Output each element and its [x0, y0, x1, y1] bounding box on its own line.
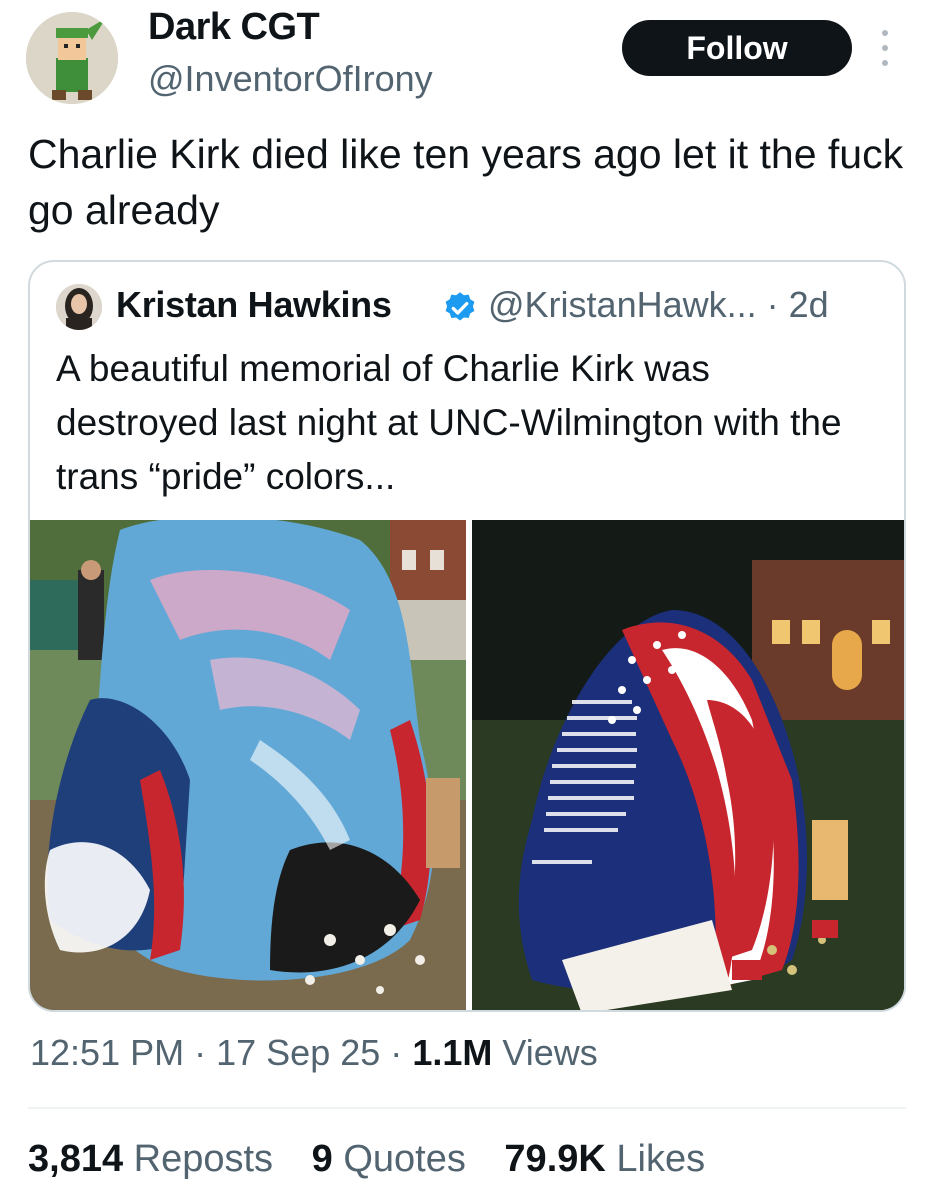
tweet-date[interactable]: 17 Sep 25	[216, 1032, 380, 1073]
author-handle[interactable]: @InventorOfIrony	[148, 58, 433, 100]
quoted-author-avatar[interactable]	[56, 284, 102, 330]
quoted-text: A beautiful memorial of Charlie Kirk was…	[56, 348, 842, 497]
quoted-handle-text: @KristanHawk...	[488, 284, 757, 325]
likes-count: 79.9K	[504, 1138, 606, 1180]
quoted-tweet[interactable]: Kristan Hawkins @KristanHawk... · 2d A b…	[28, 260, 906, 1012]
quoted-author-handle[interactable]: @KristanHawk... · 2d	[488, 284, 829, 326]
engagement-stats: 3,814 Reposts 9 Quotes 79.9K Likes	[28, 1138, 733, 1181]
reposts-label: Reposts	[133, 1138, 274, 1180]
quotes-stat[interactable]: 9 Quotes	[312, 1138, 477, 1180]
meta-separator: ·	[390, 1032, 403, 1073]
reposts-stat[interactable]: 3,814 Reposts	[28, 1138, 284, 1180]
reposts-count: 3,814	[28, 1138, 124, 1180]
follow-button[interactable]: Follow	[622, 20, 852, 76]
photo-painted-rock-day[interactable]	[30, 520, 466, 1010]
quotes-count: 9	[311, 1138, 333, 1180]
meta-separator: ·	[194, 1032, 207, 1073]
quotes-label: Quotes	[343, 1138, 466, 1180]
tweet-text: Charlie Kirk died like ten years ago let…	[28, 131, 904, 233]
quoted-author-name[interactable]: Kristan Hawkins	[116, 284, 392, 326]
tweet-meta: 12:51 PM · 17 Sep 25 · 1.1M Views	[30, 1032, 598, 1074]
views-label: Views	[502, 1032, 598, 1073]
likes-label: Likes	[616, 1138, 706, 1180]
author-avatar[interactable]	[26, 12, 118, 104]
photo-memorial-rock-night[interactable]	[472, 520, 904, 1010]
likes-stat[interactable]: 79.9K Likes	[504, 1138, 705, 1180]
views-count: 1.1M	[412, 1032, 493, 1073]
verified-badge-icon	[442, 290, 478, 326]
tweet-time[interactable]: 12:51 PM	[30, 1032, 184, 1073]
divider	[28, 1107, 906, 1109]
author-name[interactable]: Dark CGT	[148, 6, 320, 49]
quoted-age: · 2d	[766, 284, 829, 325]
more-options-icon[interactable]	[876, 30, 894, 66]
